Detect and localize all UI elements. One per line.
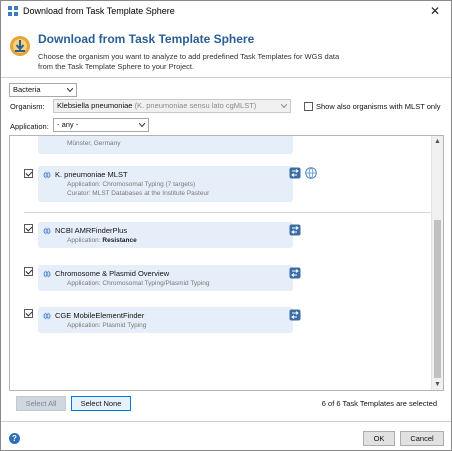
application-select[interactable]: - any - [53,118,149,132]
template-item-mlst[interactable]: K. pneumoniae MLST Application: Chromoso… [38,166,293,202]
template-item-amr[interactable]: NCBI AMRFinderPlus Application: Resistan… [38,222,293,248]
template-item-mef[interactable]: CGE MobileElementFinder Application: Pla… [38,307,293,333]
template-item-overview[interactable]: Chromosome & Plasmid Overview Applicatio… [38,265,293,291]
title-bar: Download from Task Template Sphere ✕ [1,1,451,22]
template-application: Application: Resistance [67,237,137,244]
download-sphere-icon [10,36,30,56]
application-prefix: Application: [67,237,101,244]
organism-extra: (K. pneumoniae sensu lato cgMLST) [134,101,257,110]
template-application: Application: Chromosomal Typing/Plasmid … [67,280,210,287]
list-scrollbar[interactable]: ▲ ▼ [431,136,443,390]
globe-icon [43,171,51,179]
window-title: Download from Task Template Sphere [23,6,175,16]
header-description: Choose the organism you want to analyze … [38,52,418,72]
scroll-down-icon[interactable]: ▼ [432,379,443,390]
header-separator [1,77,451,78]
template-name: NCBI AMRFinderPlus [55,226,128,235]
template-sphere-icon[interactable] [289,267,301,279]
application-value: - any - [57,120,79,129]
template-sphere-icon[interactable] [289,224,301,236]
template-application: Application: Chromosomal Typing (7 targe… [67,181,196,188]
template-checkbox-overview[interactable] [24,267,33,276]
organism-select[interactable]: Klebsiella pneumoniae (K. pneumoniae sen… [53,99,291,113]
template-name: CGE MobileElementFinder [55,311,145,320]
dialog-header: Download from Task Template Sphere Choos… [1,22,451,76]
scroll-up-icon[interactable]: ▲ [432,136,443,147]
template-checkbox-mef[interactable] [24,309,33,318]
application-label: Application: [10,122,49,131]
select-all-button[interactable]: Select All [16,396,66,411]
template-sphere-icon[interactable] [289,167,301,179]
scrollbar-thumb[interactable] [434,220,441,378]
template-curator: Curator: MLST Databases at the Institute… [67,190,210,197]
ok-button[interactable]: OK [363,431,395,446]
template-checkbox-mlst[interactable] [24,169,33,178]
chevron-down-icon [139,123,145,127]
close-button[interactable]: ✕ [419,1,451,22]
globe-link-icon[interactable] [305,167,317,179]
close-icon: ✕ [429,4,441,18]
chevron-down-icon [281,104,287,108]
description-line-1: Choose the organism you want to analyze … [38,52,340,61]
organism-label: Organism: [10,102,45,111]
template-checkbox-amr[interactable] [24,224,33,233]
list-divider [24,212,434,213]
domain-value: Bacteria [13,85,41,94]
dialog-window: Download from Task Template Sphere ✕ Dow… [0,0,452,451]
template-list: Münster, Germany K. pneumoniae MLST Appl… [9,135,444,391]
domain-select[interactable]: Bacteria [9,83,77,97]
description-line-2: from the Task Template Sphere to your Pr… [38,62,195,71]
header-title: Download from Task Template Sphere [38,32,255,46]
help-icon[interactable]: ? [9,433,20,444]
cancel-button[interactable]: Cancel [400,431,444,446]
globe-icon [43,270,51,278]
select-none-button[interactable]: Select None [71,396,131,411]
app-icon [8,6,18,16]
template-application: Application: Plasmid Typing [67,322,147,329]
show-mlst-checkbox[interactable] [304,102,313,111]
template-sub-line: Münster, Germany [67,140,121,147]
template-sphere-icon[interactable] [289,309,301,321]
globe-icon [43,227,51,235]
template-name: Chromosome & Plasmid Overview [55,269,170,278]
template-item[interactable]: Münster, Germany [38,136,293,154]
application-value: Resistance [102,237,137,244]
chevron-down-icon [67,88,73,92]
footer-separator [1,421,451,422]
template-name: K. pneumoniae MLST [55,170,128,179]
show-mlst-label: Show also organisms with MLST only [316,102,441,111]
organism-value: Klebsiella pneumoniae [57,101,133,110]
globe-icon [43,312,51,320]
selection-status: 6 of 6 Task Templates are selected [321,399,437,408]
